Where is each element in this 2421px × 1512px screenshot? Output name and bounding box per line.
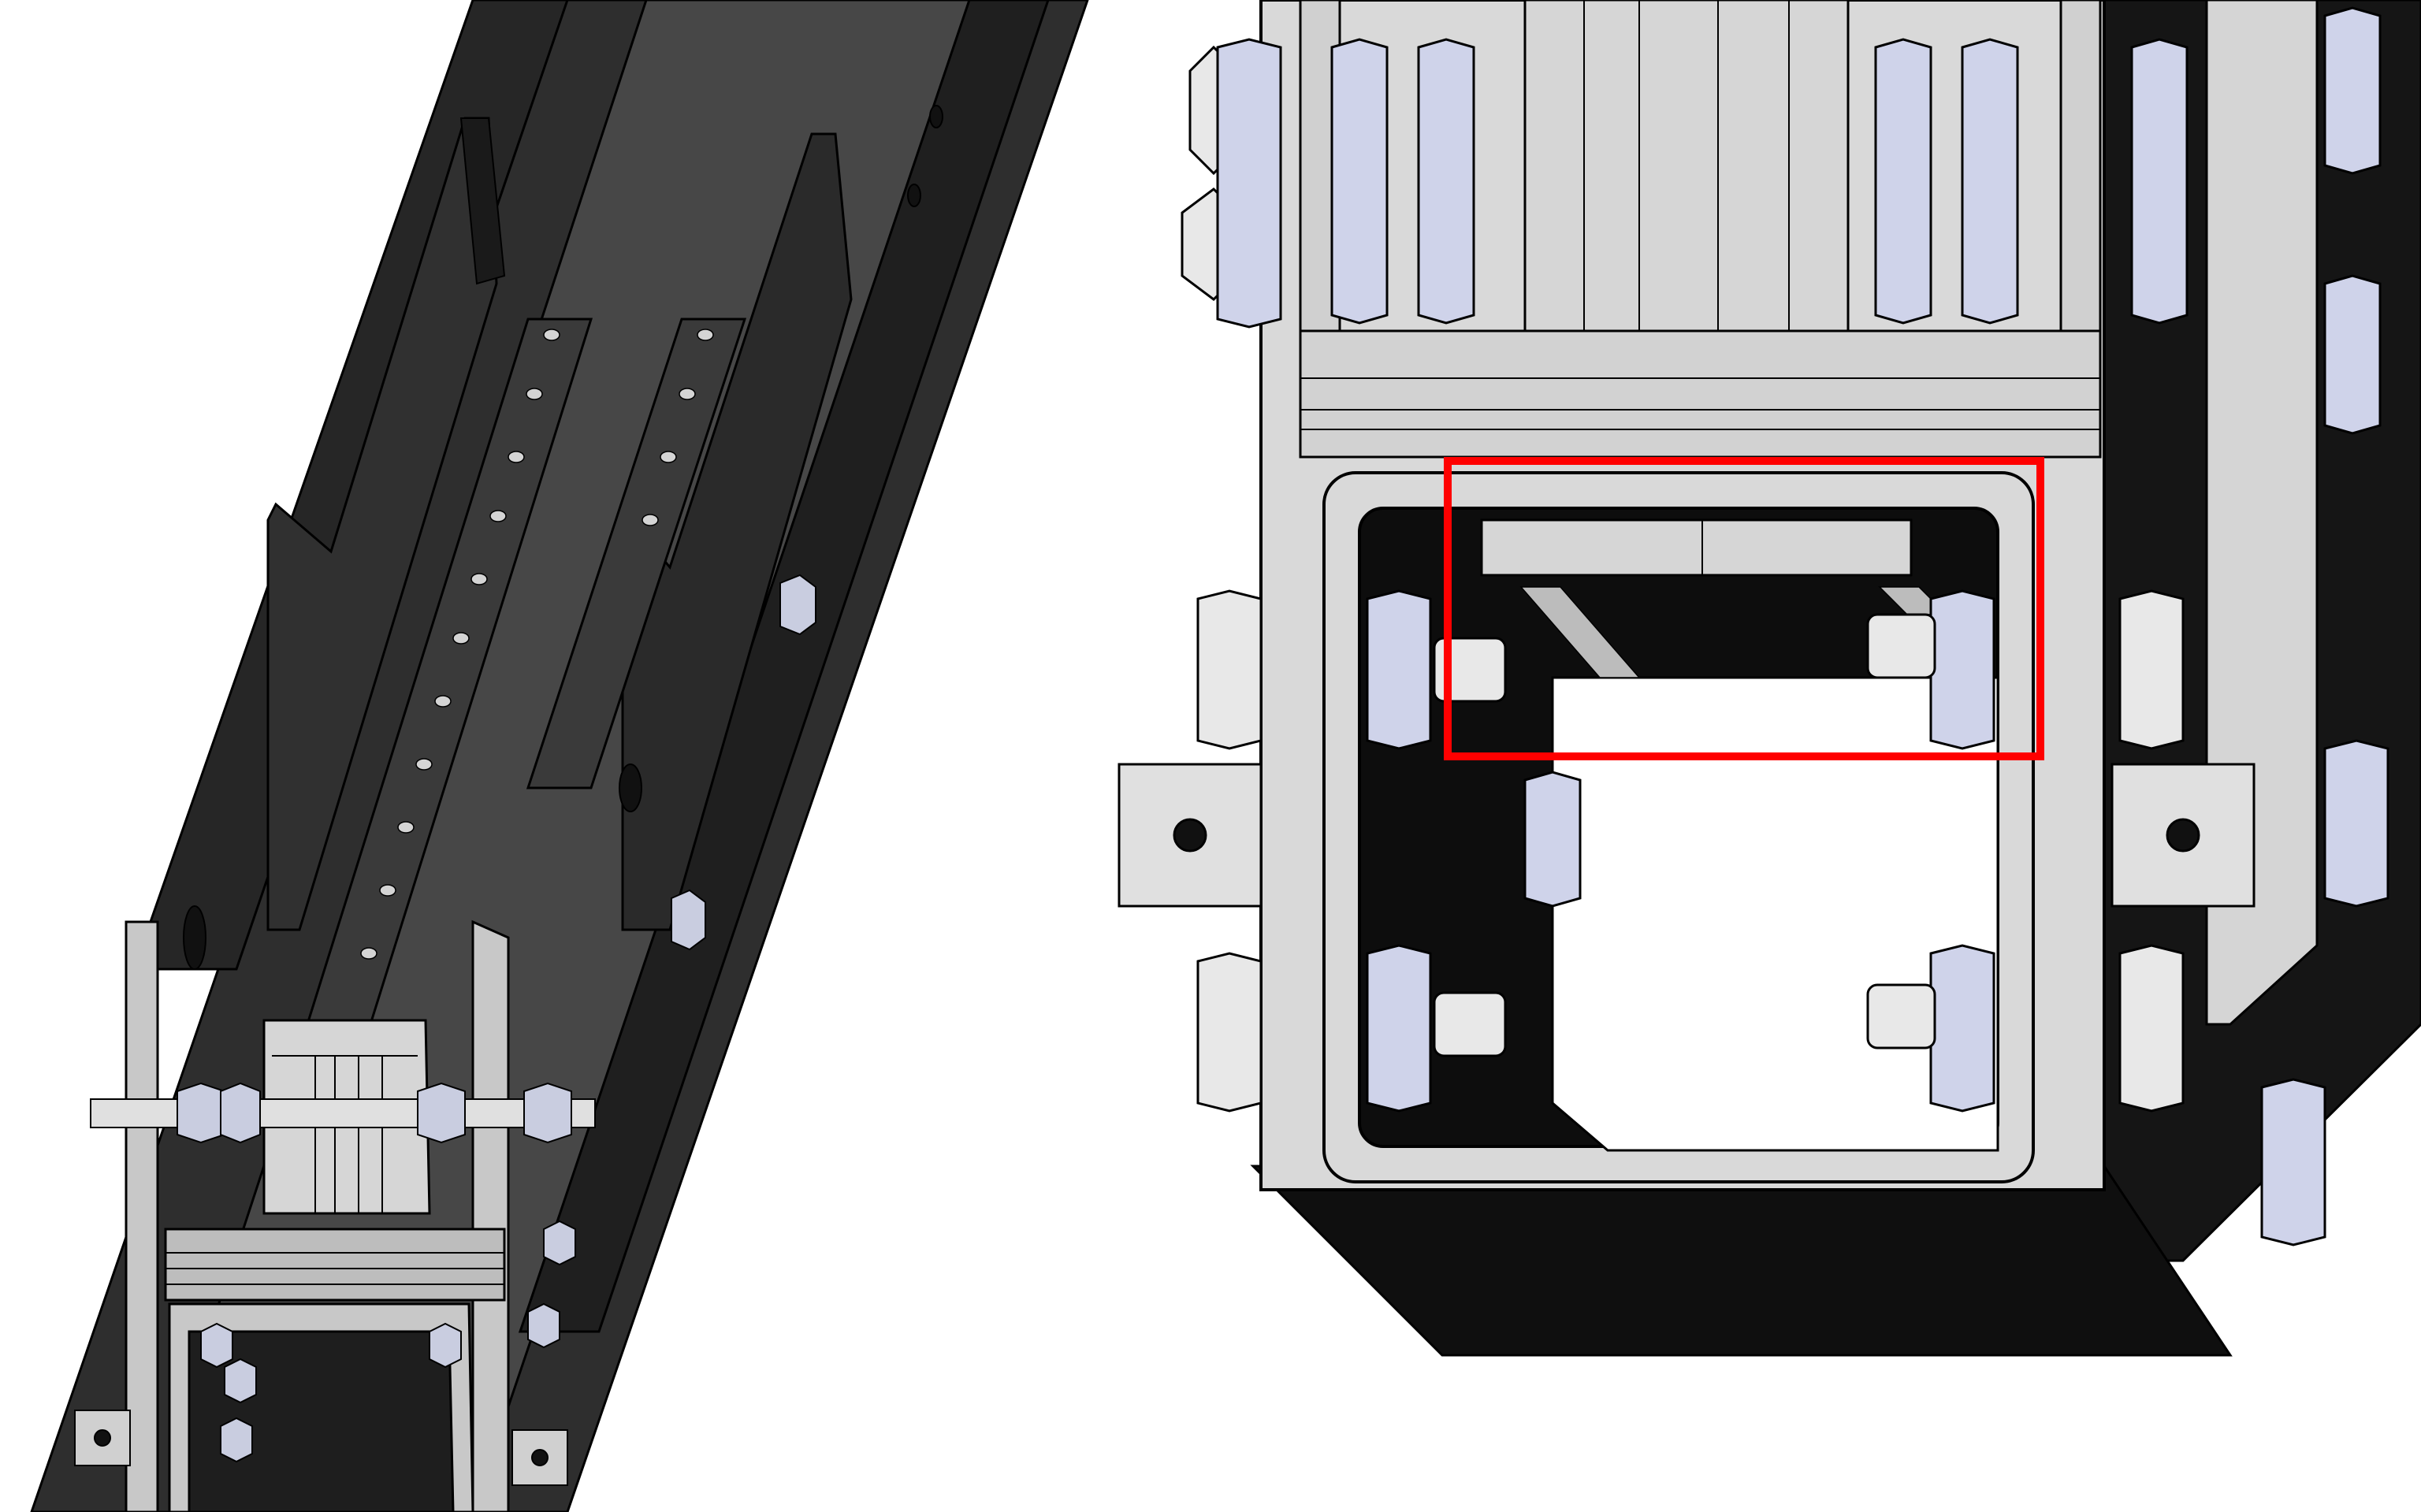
rail-assembly-view xyxy=(0,0,1095,1512)
extrusion-profile-left xyxy=(1118,763,1263,908)
carriage-rod xyxy=(90,1098,596,1128)
cross-rail xyxy=(1299,329,2102,459)
extrusion-end-left xyxy=(74,1410,131,1466)
bracket-inner-right xyxy=(2059,0,2102,332)
extrusion-profile-right xyxy=(2110,763,2256,908)
cad-figure xyxy=(0,0,2421,1512)
bottom-base xyxy=(1250,1165,2233,1357)
inner-top-plate xyxy=(1480,518,1913,577)
end-plate-right xyxy=(471,919,510,1512)
top-carriage xyxy=(1523,0,1850,332)
bracket-closeup-view xyxy=(1095,0,2421,1512)
cross-bar xyxy=(164,1228,506,1302)
bracket-closeup-drawing xyxy=(1118,0,2421,1357)
extrusion-end-right xyxy=(511,1429,568,1486)
rail-assembly-drawing xyxy=(30,0,1089,1512)
